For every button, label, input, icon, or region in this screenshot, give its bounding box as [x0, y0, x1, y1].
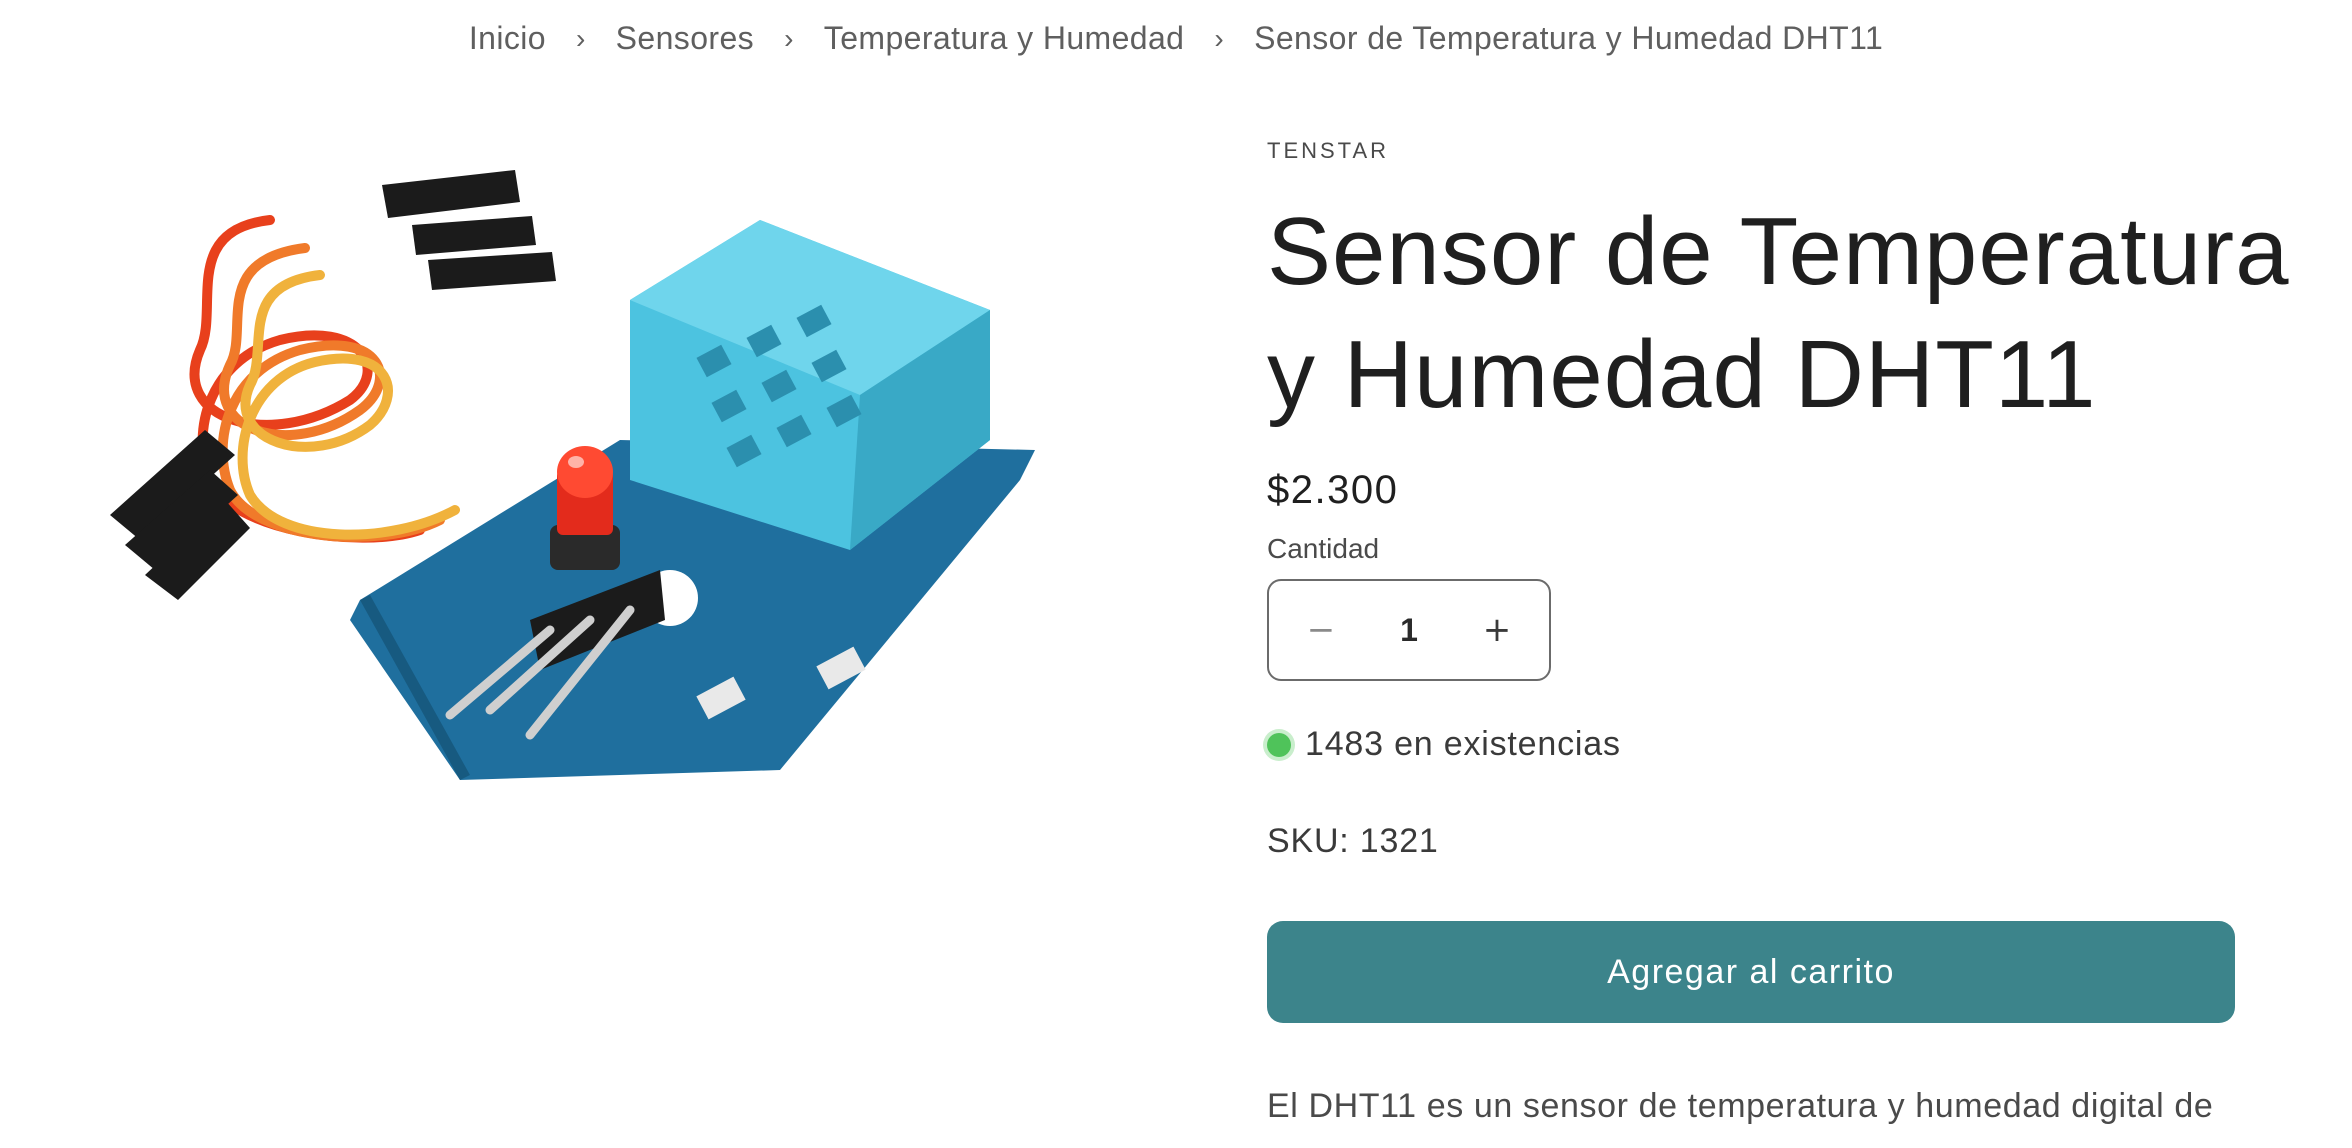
product-description: El DHT11 es un sensor de temperatura y h… [1267, 1087, 2214, 1125]
top-connectors [382, 170, 556, 290]
product-sku: SKU: 1321 [1267, 822, 1439, 860]
red-led [550, 446, 620, 570]
product-vendor: TENSTAR [1267, 138, 1390, 163]
breadcrumb-separator-icon: › [784, 22, 794, 54]
stock-status: 1483 en existencias [1267, 725, 2337, 764]
product-title-line-2: y Humedad DHT11 [1267, 321, 2097, 428]
dht11-module-illustration [110, 170, 1035, 780]
breadcrumb-separator-icon: › [1214, 22, 1225, 54]
quantity-input[interactable] [1379, 610, 1439, 650]
quantity-stepper: − + [1267, 579, 1551, 681]
in-stock-dot-icon [1267, 732, 1291, 757]
breadcrumb-link-sensores[interactable]: Sensores [616, 20, 754, 57]
product-info: TENSTAR Sensor de Temperatura y Humedad … [1267, 138, 2337, 1126]
add-to-cart-button[interactable]: Agregar al carrito [1267, 921, 2235, 1023]
breadcrumb-separator-icon: › [575, 22, 586, 54]
product-title: Sensor de Temperatura y Humedad DHT11 [1267, 190, 2337, 436]
product-price: $2.300 [1267, 468, 1399, 512]
breadcrumb-current: Sensor de Temperatura y Humedad DHT11 [1254, 20, 1884, 56]
breadcrumb-link-home[interactable]: Inicio [469, 20, 546, 57]
breadcrumb-link-temperatura-humedad[interactable]: Temperatura y Humedad [824, 20, 1185, 57]
product-title-line-1: Sensor de Temperatura [1267, 198, 2290, 305]
plus-icon[interactable]: + [1475, 608, 1519, 652]
product-image[interactable] [60, 150, 1100, 850]
breadcrumb: Inicio › Sensores › Temperatura y Humeda… [0, 20, 2352, 57]
minus-icon[interactable]: − [1299, 608, 1343, 652]
quantity-label: Cantidad [1267, 533, 1380, 564]
stock-text: 1483 en existencias [1305, 725, 1621, 763]
bottom-connectors [110, 430, 250, 600]
jumper-wires [189, 215, 460, 543]
